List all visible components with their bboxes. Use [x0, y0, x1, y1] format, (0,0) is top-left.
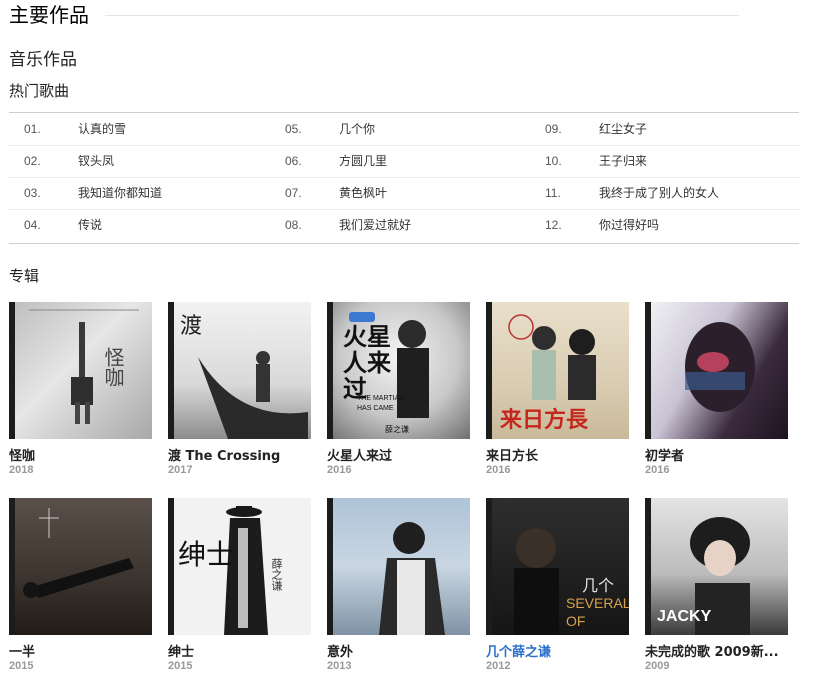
cover-artist-text: 薛之谦	[270, 558, 283, 591]
album-title[interactable]: 未完成的歌 2009新...	[645, 641, 795, 660]
album-cover[interactable]	[645, 302, 788, 439]
cover-title-text: 火星人来过	[343, 322, 391, 403]
cover-spine	[486, 498, 492, 635]
song-number: 07.	[285, 186, 302, 200]
song-name[interactable]: 王子归来	[599, 145, 647, 177]
album-title[interactable]: 渡 The Crossing	[168, 445, 318, 464]
album-year: 2018	[9, 464, 34, 476]
song-row: 03. 我知道你都知道 07. 黄色枫叶 11. 我终于成了别人的女人	[9, 177, 799, 210]
cover-spine	[486, 302, 492, 439]
song-name[interactable]: 你过得好吗	[599, 209, 659, 241]
song-number: 12.	[545, 218, 562, 232]
song-name[interactable]: 我终于成了别人的女人	[599, 177, 719, 209]
album-year: 2015	[9, 660, 34, 672]
album-cover[interactable]: 火星人来过 THE MARTIAN HAS CAME 薛之谦	[327, 302, 470, 439]
song-number: 03.	[24, 186, 41, 200]
cover-subtitle-text: THE MARTIAN HAS CAME	[357, 395, 405, 412]
album-year: 2013	[327, 660, 352, 672]
cover-title-text: 怪咖	[101, 347, 125, 387]
album-cover[interactable]: 怪咖	[9, 302, 152, 439]
lying-figure-illustration	[23, 508, 134, 598]
song-name[interactable]: 红尘女子	[599, 113, 647, 145]
section-title: 主要作品	[9, 3, 89, 27]
song-name[interactable]: 我知道你都知道	[78, 177, 162, 209]
cover-spine	[327, 302, 333, 439]
album-title[interactable]: 火星人来过	[327, 445, 477, 464]
album-title[interactable]: 初学者	[645, 445, 795, 464]
album-cover[interactable]: 来日方長	[486, 302, 629, 439]
song-name[interactable]: 传说	[78, 209, 102, 241]
song-number: 11.	[545, 186, 561, 200]
song-name[interactable]: 黄色枫叶	[339, 177, 387, 209]
song-number: 02.	[24, 154, 41, 168]
album-year: 2017	[168, 464, 193, 476]
album-cover[interactable]: 渡	[168, 302, 311, 439]
album-title[interactable]: 怪咖	[9, 445, 159, 464]
figure-illustration	[29, 309, 139, 424]
cover-spine	[168, 302, 174, 439]
cover-spine	[645, 498, 651, 635]
albums-label: 专辑	[9, 267, 40, 285]
album-year: 2009	[645, 660, 670, 672]
song-name[interactable]: 我们爱过就好	[339, 209, 411, 241]
cover-spine	[9, 302, 15, 439]
cover-spine	[168, 498, 174, 635]
album-year: 2016	[645, 464, 670, 476]
album-title[interactable]: 意外	[327, 641, 477, 660]
song-number: 05.	[285, 122, 302, 136]
album-title[interactable]: 几个薛之谦	[486, 641, 636, 660]
song-number: 06.	[285, 154, 302, 168]
cover-subtitle-text: SEVERAL OF	[566, 595, 629, 629]
song-number: 04.	[24, 218, 41, 232]
song-name[interactable]: 钗头凤	[78, 145, 114, 177]
album-cover[interactable]: JACKY	[645, 498, 788, 635]
cover-spine	[9, 498, 15, 635]
album-year: 2015	[168, 660, 193, 672]
cover-title-text: 几个	[582, 576, 615, 595]
album-title[interactable]: 来日方长	[486, 445, 636, 464]
cover-title-text: 绅士	[178, 538, 235, 571]
song-name[interactable]: 几个你	[339, 113, 375, 145]
album-cover[interactable]	[327, 498, 470, 635]
album-cover[interactable]: 几个 SEVERAL OF	[486, 498, 629, 635]
hot-songs-table: 01. 认真的雪 05. 几个你 09. 红尘女子 02. 钗头凤 06. 方圆几里 10…	[9, 112, 799, 244]
face-illustration	[685, 322, 755, 412]
album-year: 2012	[486, 660, 511, 672]
section-divider	[105, 15, 739, 16]
hot-songs-label: 热门歌曲	[9, 82, 70, 100]
song-name[interactable]: 认真的雪	[78, 113, 126, 145]
song-row: 01. 认真的雪 05. 几个你 09. 红尘女子	[9, 113, 799, 146]
cover-title-text: 渡	[180, 314, 203, 339]
song-row: 04. 传说 08. 我们爱过就好 12. 你过得好吗	[9, 209, 799, 241]
song-row: 02. 钗头凤 06. 方圆几里 10. 王子归来	[9, 145, 799, 178]
music-works-subtitle: 音乐作品	[9, 50, 77, 70]
song-number: 09.	[545, 122, 562, 136]
cover-spine	[645, 302, 651, 439]
album-title[interactable]: 一半	[9, 641, 159, 660]
cover-title-text: JACKY	[657, 608, 712, 625]
song-name[interactable]: 方圆几里	[339, 145, 387, 177]
cover-title-text: 来日方長	[500, 407, 589, 433]
cover-artist-text: 薛之谦	[385, 425, 409, 434]
cover-spine	[327, 498, 333, 635]
album-title[interactable]: 绅士	[168, 641, 318, 660]
album-year: 2016	[327, 464, 352, 476]
album-year: 2016	[486, 464, 511, 476]
song-number: 01.	[24, 122, 41, 136]
album-cover[interactable]	[9, 498, 152, 635]
section-header: 主要作品	[9, 1, 739, 29]
seaside-illustration	[379, 522, 445, 635]
album-cover[interactable]: 绅士 薛之谦	[168, 498, 311, 635]
song-number: 08.	[285, 218, 302, 232]
song-number: 10.	[545, 154, 562, 168]
